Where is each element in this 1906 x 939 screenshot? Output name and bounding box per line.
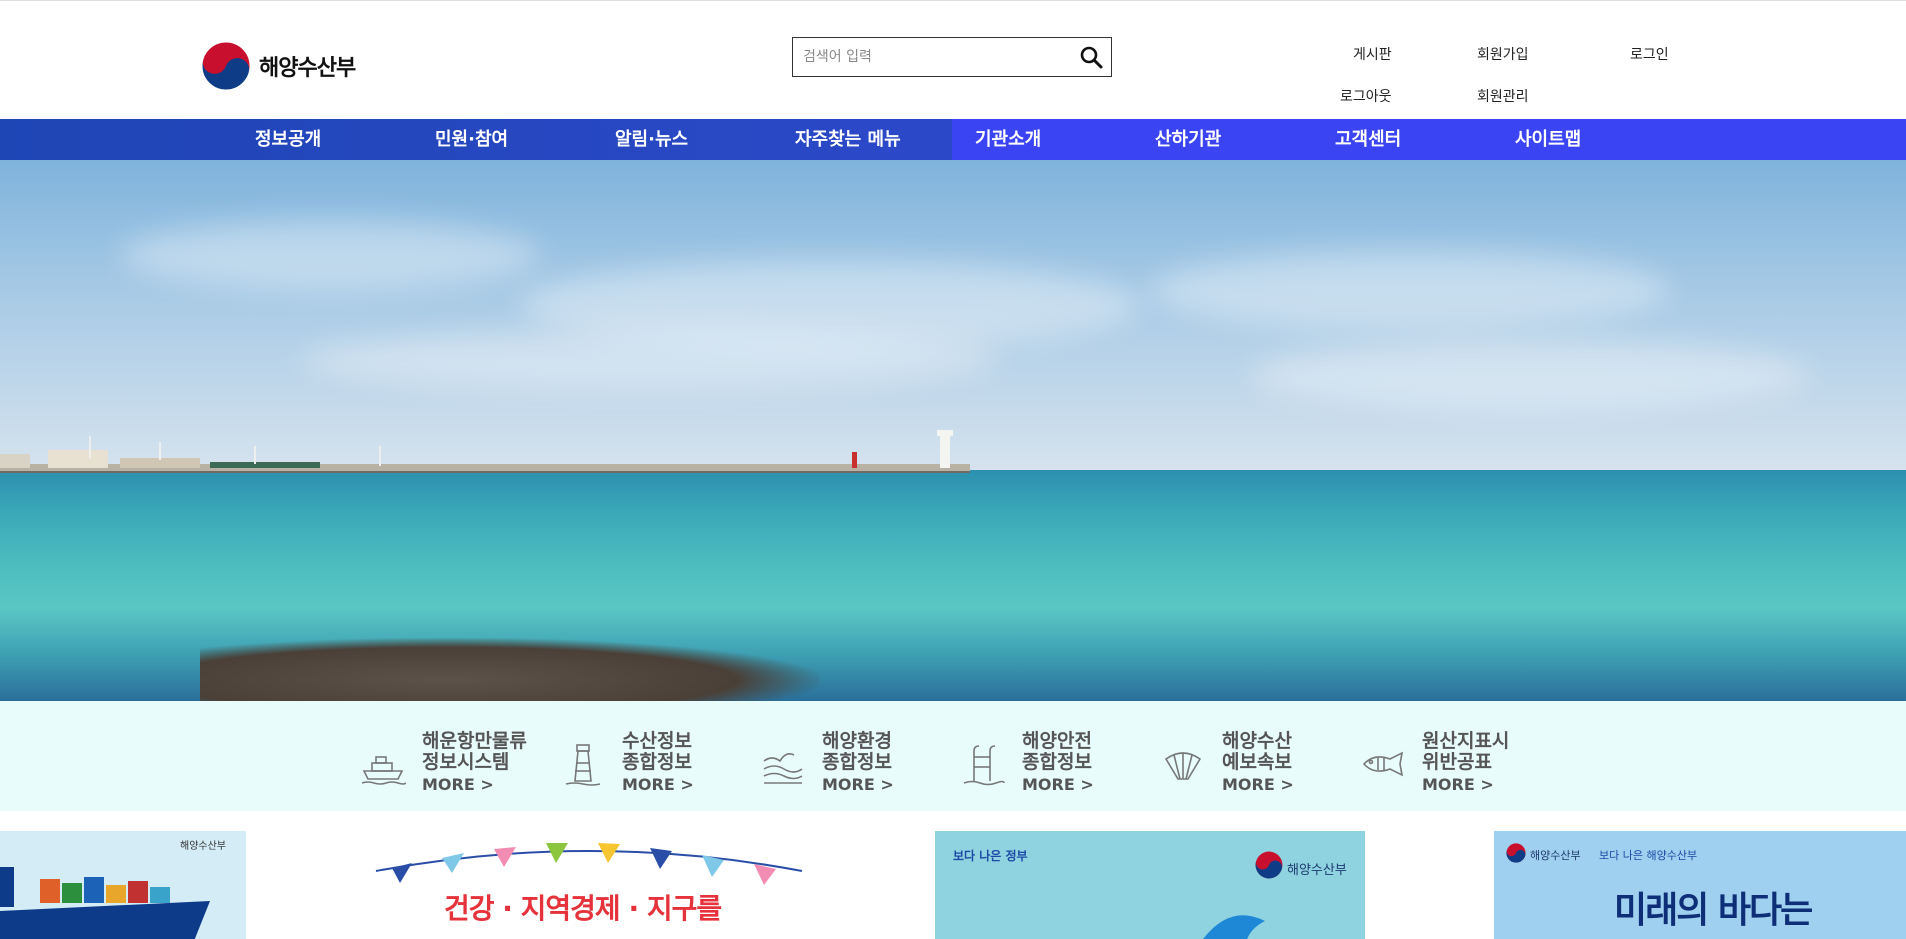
quick-link-marine-safety[interactable]: 해양안전 종합정보 MORE > (960, 731, 1094, 794)
quick-link-more[interactable]: MORE > (622, 775, 694, 794)
quick-link-title: 원산지표시 위반공표 (1422, 730, 1510, 773)
quick-link-more[interactable]: MORE > (422, 775, 527, 794)
brand-name: 해양수산부 (259, 56, 356, 81)
quick-links-bar: 해운항만물류 정보시스템 MORE > 수산정보 종합정보 MORE > 해양환… (0, 701, 1906, 811)
search-input[interactable] (793, 38, 1071, 76)
nav-item-info-disclosure[interactable]: 정보공개 (255, 119, 321, 160)
main-nav: 정보공개 민원·참여 알림·뉴스 자주찾는 메뉴 기관소개 산하기관 고객센터 … (0, 119, 1906, 160)
ship-icon (361, 756, 406, 785)
quick-link-title: 수산정보 종합정보 (622, 730, 692, 773)
quick-link-title: 해양수산 예보속보 (1222, 730, 1292, 773)
nav-item-news[interactable]: 알림·뉴스 (615, 119, 688, 160)
nav-item-frequent-menu[interactable]: 자주찾는 메뉴 (795, 119, 901, 160)
banner-brand: 해양수산부 (1287, 863, 1347, 878)
login-link[interactable]: 로그인 (1630, 44, 1669, 64)
banner-health-economy[interactable]: 건강 · 지역경제 · 지구를 (372, 831, 806, 939)
signup-link[interactable]: 회원가입 (1477, 44, 1529, 64)
quick-link-title: 해양안전 종합정보 (1022, 730, 1092, 773)
banner-brand: 해양수산부 (1530, 849, 1581, 862)
banner-headline: 미래의 바다는 (1614, 890, 1813, 931)
nav-item-civil-participation[interactable]: 민원·참여 (435, 119, 508, 160)
quick-link-fisheries-info[interactable]: 수산정보 종합정보 MORE > (560, 731, 694, 794)
page: 해양수산부 게시판 회원가입 로그인 로그아웃 회원관리 정보공개 민원·참여 … (0, 0, 1906, 939)
banner-shipping[interactable]: 해양수산부 (0, 831, 246, 939)
nav-item-sitemap[interactable]: 사이트맵 (1515, 119, 1581, 160)
member-admin-link[interactable]: 회원관리 (1477, 86, 1529, 106)
nav-item-affiliates[interactable]: 산하기관 (1155, 119, 1221, 160)
search-button[interactable] (1071, 38, 1111, 76)
quick-link-more[interactable]: MORE > (1022, 775, 1094, 794)
fish-icon (1362, 751, 1404, 777)
quick-link-more[interactable]: MORE > (1422, 775, 1509, 794)
quick-link-forecast-bulletin[interactable]: 해양수산 예보속보 MORE > (1160, 731, 1294, 794)
nav-active-highlight (952, 119, 1906, 160)
ladder-icon (963, 745, 1005, 786)
wave-icon (763, 753, 803, 784)
hero-harbor-silhouette (0, 430, 953, 468)
quick-link-more[interactable]: MORE > (1222, 775, 1294, 794)
banner-tag: 보다 나은 해양수산부 (1599, 849, 1698, 862)
banner-better-government[interactable]: 보다 나은 정부 해양수산부 (935, 831, 1365, 939)
quick-link-more[interactable]: MORE > (822, 775, 894, 794)
quick-link-shipping-logistics[interactable]: 해운항만물류 정보시스템 MORE > (360, 731, 527, 794)
hero-sky (0, 160, 1906, 470)
site-logo[interactable]: 해양수산부 (201, 41, 356, 91)
taegeuk-logo-icon (201, 41, 251, 91)
banner-brand: 해양수산부 (180, 841, 226, 852)
logout-link[interactable]: 로그아웃 (1340, 86, 1392, 106)
hero-rocks (200, 638, 820, 701)
board-link[interactable]: 게시판 (1353, 44, 1392, 64)
nav-item-customer-center[interactable]: 고객센터 (1335, 119, 1401, 160)
header: 해양수산부 게시판 회원가입 로그인 로그아웃 회원관리 (0, 1, 1906, 119)
shell-icon (1164, 752, 1202, 780)
quick-link-marine-environment[interactable]: 해양환경 종합정보 MORE > (760, 731, 894, 794)
whale-illustration (1203, 915, 1265, 939)
quick-link-title: 해양환경 종합정보 (822, 730, 892, 773)
hero-image (0, 160, 1906, 701)
banner-headline: 건강 · 지역경제 · 지구를 (444, 892, 722, 925)
search-box (792, 37, 1112, 77)
quick-link-title: 해운항만물류 정보시스템 (422, 730, 527, 773)
nav-item-about[interactable]: 기관소개 (975, 119, 1041, 160)
banner-future-sea[interactable]: 해양수산부 보다 나은 해양수산부 미래의 바다는 (1494, 831, 1906, 939)
taegeuk-logo-icon (1255, 851, 1283, 879)
lighthouse-icon (565, 744, 601, 786)
banner-tag: 보다 나은 정부 (953, 849, 1028, 863)
quick-link-origin-violation[interactable]: 원산지표시 위반공표 MORE > (1360, 731, 1509, 794)
bunting-decoration (375, 843, 803, 885)
taegeuk-logo-icon (1506, 843, 1526, 863)
search-icon (1080, 46, 1103, 69)
